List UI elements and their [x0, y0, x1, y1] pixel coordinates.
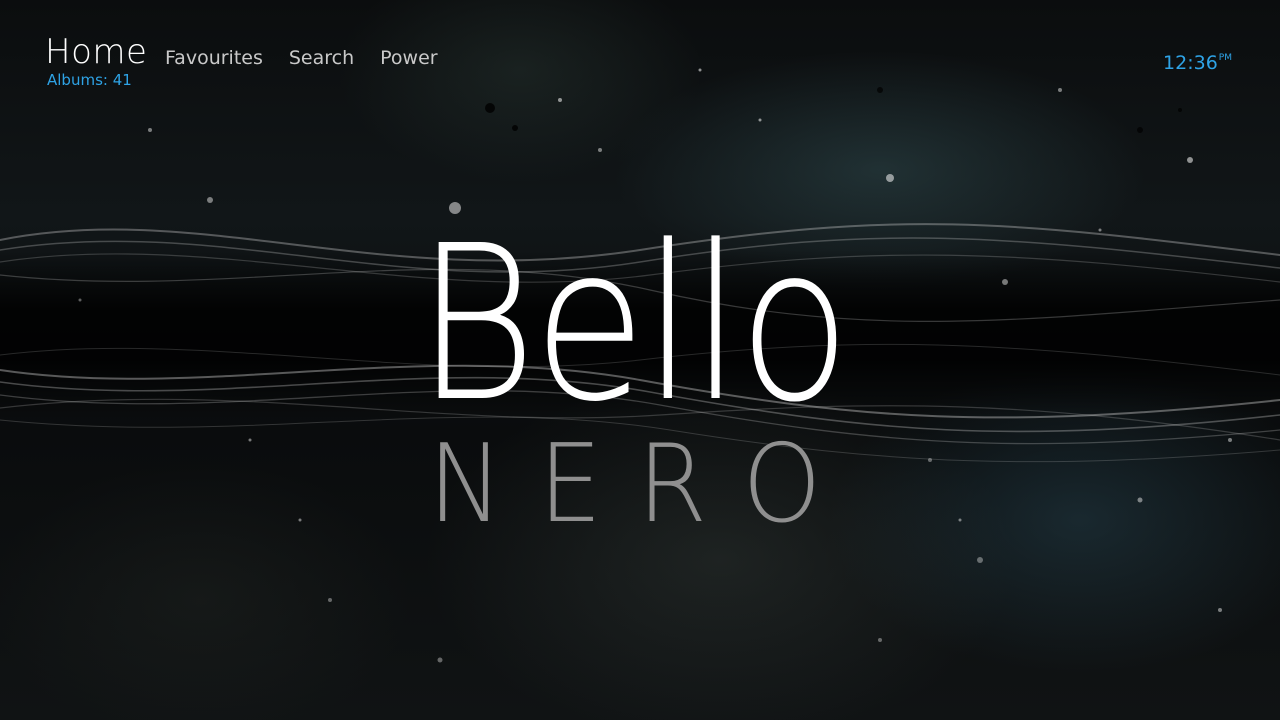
- clock: 12:36PM: [1163, 46, 1232, 75]
- page-title: Home: [45, 32, 148, 72]
- clock-meridiem: PM: [1218, 53, 1232, 63]
- nav-item-search[interactable]: Search: [289, 46, 354, 70]
- nav-item-power[interactable]: Power: [380, 46, 437, 70]
- logo-nero: NERO: [428, 422, 857, 547]
- logo-bello: Bello: [416, 200, 851, 449]
- clock-time: 12:36: [1163, 52, 1218, 74]
- albums-count: Albums: 41: [47, 71, 132, 89]
- nav-item-favourites[interactable]: Favourites: [165, 46, 263, 70]
- top-nav: Favourites Search Power: [165, 46, 438, 70]
- home-screen: Home Albums: 41 Favourites Search Power …: [0, 0, 1280, 720]
